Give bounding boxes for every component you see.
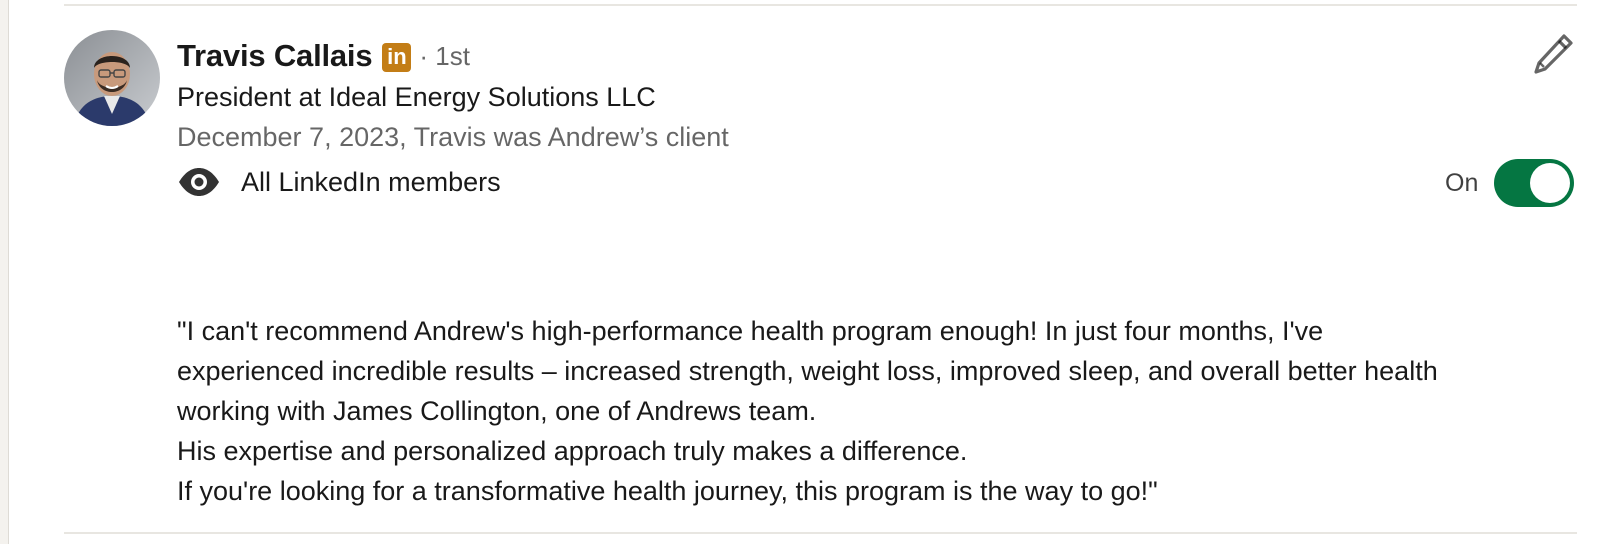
recommendation-line: If you're looking for a transformative h… — [177, 476, 1158, 506]
edit-button[interactable] — [1527, 28, 1579, 80]
recommendation-card: Travis Callais in · 1st President at Ide… — [8, 0, 1620, 544]
toggle-state-label: On — [1445, 168, 1479, 197]
visibility-toggle-group: On — [1445, 158, 1575, 208]
name-row: Travis Callais in · 1st — [177, 36, 470, 76]
top-divider — [64, 4, 1577, 6]
pencil-icon — [1534, 34, 1573, 74]
visibility-toggle[interactable] — [1494, 159, 1575, 207]
bottom-divider — [64, 532, 1577, 534]
recommendation-line: His expertise and personalized approach … — [177, 436, 968, 466]
recommendation-text: "I can't recommend Andrew's high-perform… — [177, 311, 1557, 511]
avatar-photo — [64, 30, 160, 126]
visibility-row: All LinkedIn members — [177, 162, 501, 202]
person-headline: President at Ideal Energy Solutions LLC — [177, 82, 656, 112]
person-name[interactable]: Travis Callais — [177, 38, 373, 74]
recommendation-line: "I can't recommend Andrew's high-perform… — [177, 316, 1324, 346]
linkedin-icon: in — [382, 42, 412, 72]
connection-degree: · 1st — [419, 40, 470, 71]
visibility-label: All LinkedIn members — [241, 166, 501, 197]
avatar[interactable] — [64, 30, 160, 126]
toggle-knob — [1530, 163, 1571, 203]
recommendation-line: experienced incredible results – increas… — [177, 356, 1438, 386]
recommendation-line: working with James Collington, one of An… — [177, 396, 817, 426]
relationship-info: December 7, 2023, Travis was Andrew’s cl… — [177, 122, 729, 152]
eye-icon — [177, 166, 223, 198]
